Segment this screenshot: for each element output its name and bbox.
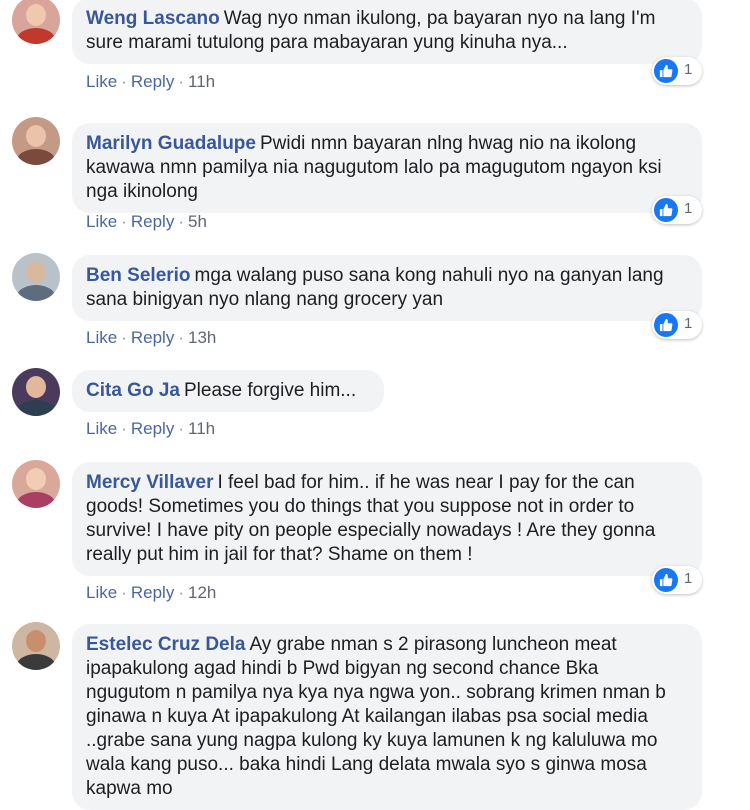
reply-link[interactable]: Reply: [131, 328, 174, 347]
reaction-count: 1: [684, 315, 693, 332]
like-icon: [654, 59, 678, 83]
avatar[interactable]: [12, 460, 60, 508]
commenter-name[interactable]: Cita Go Ja: [86, 380, 180, 401]
avatar[interactable]: [12, 0, 60, 44]
like-link[interactable]: Like: [86, 583, 117, 602]
reply-link[interactable]: Reply: [131, 212, 174, 231]
comment-actions: Like · Reply · 12h: [86, 583, 217, 602]
comment-bubble: Estelec Cruz Dela Ay grabe nman s 2 piras…: [72, 624, 702, 810]
commenter-name[interactable]: Mercy Villaver: [86, 472, 213, 493]
like-link[interactable]: Like: [86, 328, 117, 347]
comment-bubble: Weng Lascano Wag nyo nman ikulong, pa bay…: [72, 0, 702, 64]
reply-link[interactable]: Reply: [131, 583, 174, 602]
timestamp[interactable]: 11h: [188, 72, 215, 91]
comment-actions: Like · Reply · 5h: [86, 212, 207, 231]
reaction-badge[interactable]: 1: [652, 196, 702, 224]
like-link[interactable]: Like: [86, 212, 117, 231]
commenter-name[interactable]: Weng Lascano: [86, 8, 220, 29]
like-icon: [654, 568, 678, 592]
comment-actions: Like · Reply · 11h: [86, 72, 216, 91]
reaction-badge[interactable]: 1: [652, 311, 702, 339]
avatar[interactable]: [12, 117, 60, 165]
like-icon: [654, 313, 678, 337]
commenter-name[interactable]: Ben Selerio: [86, 265, 191, 286]
commenter-name[interactable]: Marilyn Guadalupe: [86, 133, 256, 154]
reaction-count: 1: [684, 570, 693, 587]
comment-actions: Like · Reply · 11h: [86, 419, 216, 438]
comment-list: Weng Lascano Wag nyo nman ikulong, pa bay…: [0, 0, 750, 810]
like-link[interactable]: Like: [86, 72, 117, 91]
commenter-name[interactable]: Estelec Cruz Dela: [86, 634, 245, 655]
comment-bubble: Cita Go Ja Please forgive him...: [72, 370, 384, 412]
avatar[interactable]: [12, 253, 60, 301]
comment-bubble: Mercy Villaver I feel bad for him.. if he…: [72, 462, 702, 576]
comment-bubble: Ben Selerio mga walang puso sana kong nah…: [72, 255, 702, 321]
avatar[interactable]: [12, 368, 60, 416]
reaction-count: 1: [684, 200, 693, 217]
reply-link[interactable]: Reply: [131, 419, 174, 438]
timestamp[interactable]: 12h: [188, 583, 216, 602]
reply-link[interactable]: Reply: [131, 72, 174, 91]
reaction-badge[interactable]: 1: [652, 57, 702, 85]
timestamp[interactable]: 5h: [188, 212, 207, 231]
comment-text: Please forgive him...: [183, 380, 357, 401]
like-icon: [654, 198, 678, 222]
avatar[interactable]: [12, 622, 60, 670]
reaction-badge[interactable]: 1: [652, 566, 702, 594]
reaction-count: 1: [684, 61, 693, 78]
comment-actions: Like · Reply · 13h: [86, 328, 217, 347]
comment-text: Ay grabe nman s 2 pirasong luncheon meat…: [86, 634, 666, 799]
comment-bubble: Marilyn Guadalupe Pwidi nmn bayaran nlng …: [72, 123, 702, 213]
like-link[interactable]: Like: [86, 419, 117, 438]
timestamp[interactable]: 11h: [188, 419, 215, 438]
timestamp[interactable]: 13h: [188, 328, 216, 347]
